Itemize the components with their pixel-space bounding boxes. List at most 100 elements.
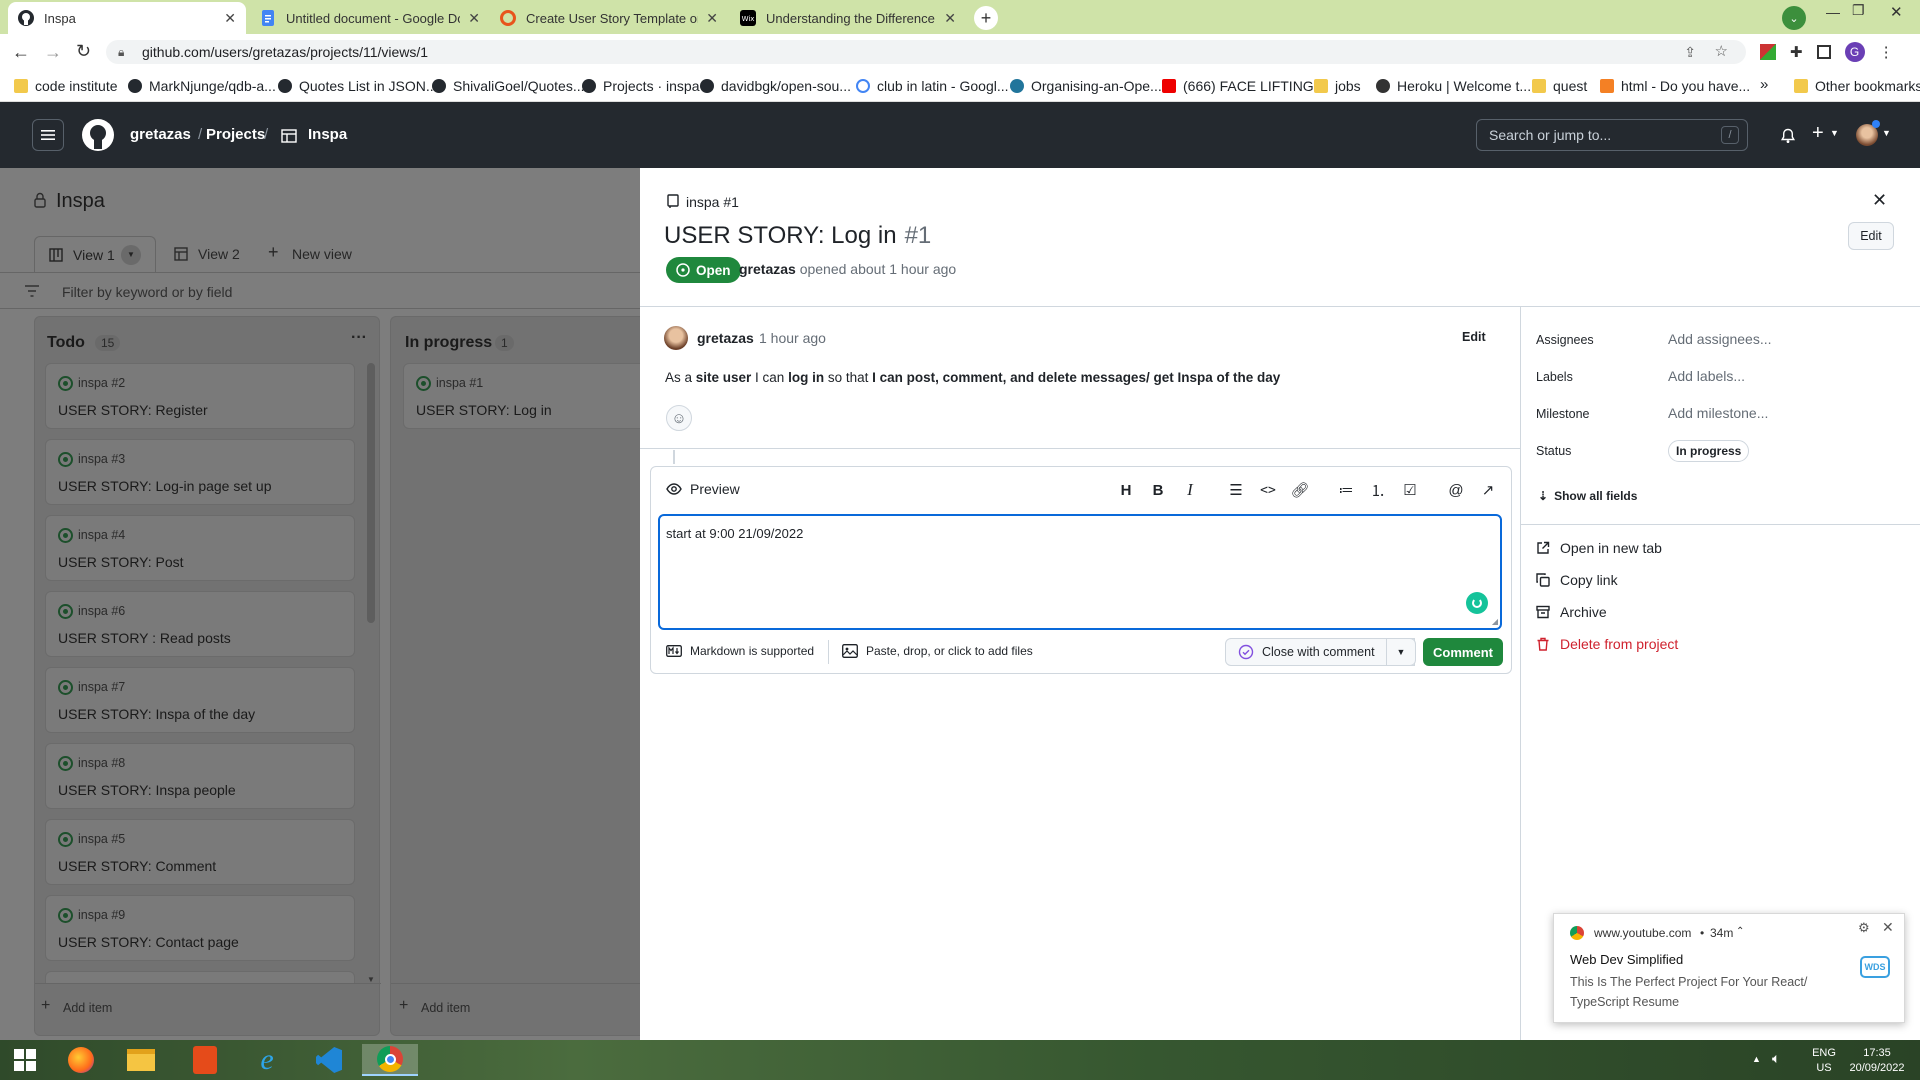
bookmark-item[interactable]: ShivaliGoel/Quotes... bbox=[432, 78, 585, 94]
comment-author[interactable]: gretazas bbox=[697, 330, 754, 346]
tab-view-1[interactable]: View 1 ▼ bbox=[34, 236, 156, 272]
preview-tab[interactable]: Preview bbox=[666, 481, 740, 497]
side-panel-icon[interactable] bbox=[1816, 45, 1831, 59]
tray-chevron-icon[interactable]: ▲ bbox=[1752, 1054, 1761, 1064]
bookmark-item[interactable]: Organising-an-Ope... bbox=[1010, 78, 1162, 94]
board-card[interactable]: inspa #4 USER STORY: Post bbox=[45, 515, 355, 581]
reference-icon[interactable]: ↗ bbox=[1472, 481, 1504, 499]
code-icon[interactable]: <> bbox=[1252, 483, 1284, 498]
breadcrumb-projects[interactable]: Projects bbox=[206, 126, 265, 143]
close-tab-icon[interactable]: ✕ bbox=[468, 10, 480, 27]
close-tab-icon[interactable]: ✕ bbox=[224, 10, 236, 27]
extension-icon[interactable] bbox=[1760, 44, 1776, 60]
resize-handle[interactable]: ◢ bbox=[1492, 617, 1498, 626]
close-panel-icon[interactable]: ✕ bbox=[1872, 190, 1887, 211]
labels-value[interactable]: Add labels... bbox=[1668, 368, 1745, 384]
close-notification-icon[interactable]: ✕ bbox=[1882, 919, 1894, 936]
close-options-chevron-icon[interactable]: ▼ bbox=[1386, 638, 1416, 666]
search-input[interactable]: Search or jump to... / bbox=[1476, 119, 1748, 151]
add-reaction-smiley-icon[interactable]: ☺ bbox=[666, 405, 692, 431]
board-card[interactable]: inspa #3 USER STORY: Log-in page set up bbox=[45, 439, 355, 505]
comment-time[interactable]: 1 hour ago bbox=[759, 330, 826, 346]
comment-author-avatar[interactable] bbox=[664, 326, 688, 350]
scrollbar-thumb[interactable] bbox=[367, 363, 375, 623]
restore-window-icon[interactable]: ❐ bbox=[1852, 2, 1865, 19]
input-language[interactable]: ENG US bbox=[1808, 1046, 1840, 1076]
browser-tab-google-doc[interactable]: Untitled document - Google Doc ✕ bbox=[250, 2, 490, 34]
bold-icon[interactable]: B bbox=[1142, 482, 1174, 499]
gear-icon[interactable]: ⚙ bbox=[1858, 920, 1870, 936]
system-clock[interactable]: 17:35 20/09/2022 bbox=[1846, 1046, 1908, 1076]
board-card[interactable]: inspa #7 USER STORY: Inspa of the day bbox=[45, 667, 355, 733]
board-card[interactable]: inspa #9 USER STORY: Contact page bbox=[45, 895, 355, 961]
puzzle-icon[interactable]: ✚ bbox=[1790, 43, 1803, 61]
comment-textarea[interactable]: start at 9:00 21/09/2022 ◢ bbox=[658, 514, 1502, 630]
profile-avatar[interactable]: G bbox=[1844, 42, 1865, 62]
back-arrow-icon[interactable]: ← bbox=[12, 42, 30, 63]
speaker-icon[interactable]: 🔈︎ bbox=[1772, 1050, 1780, 1067]
unordered-list-icon[interactable]: ≔ bbox=[1330, 481, 1362, 499]
bookmark-item[interactable]: html - Do you have... bbox=[1600, 78, 1750, 94]
task-list-icon[interactable]: ☑ bbox=[1394, 481, 1426, 499]
breadcrumb-project[interactable]: Inspa bbox=[308, 126, 347, 143]
bookmark-item[interactable]: club in latin - Googl... bbox=[856, 78, 1009, 94]
firefox-icon[interactable] bbox=[64, 1044, 98, 1076]
link-icon[interactable]: 🔗︎ bbox=[1284, 481, 1316, 499]
issue-author[interactable]: gretazas bbox=[739, 261, 796, 277]
quote-icon[interactable]: ☰ bbox=[1220, 481, 1252, 499]
hamburger-menu-button[interactable] bbox=[32, 119, 64, 151]
github-logo-icon[interactable] bbox=[82, 119, 114, 151]
copy-link-action[interactable]: Copy link bbox=[1536, 572, 1618, 588]
kebab-menu-icon[interactable]: ⋮ bbox=[1879, 43, 1894, 61]
board-card[interactable]: inspa #2 USER STORY: Register bbox=[45, 363, 355, 429]
bookmark-star-icon[interactable]: ☆ bbox=[1715, 40, 1728, 64]
chrome-notification[interactable]: www.youtube.com • 34m ⌃ ⚙ ✕ Web Dev Simp… bbox=[1553, 913, 1905, 1023]
italic-icon[interactable]: I bbox=[1174, 480, 1206, 500]
bookmark-item[interactable]: jobs bbox=[1314, 78, 1361, 94]
tab-view-2[interactable]: View 2 bbox=[198, 246, 240, 262]
attach-files[interactable]: Paste, drop, or click to add files bbox=[842, 644, 1033, 658]
add-item-button[interactable]: Add item bbox=[63, 1001, 112, 1015]
comment-edit-button[interactable]: Edit bbox=[1462, 330, 1486, 344]
create-new-icon[interactable]: + bbox=[1812, 122, 1824, 145]
bookmark-item[interactable]: code institute bbox=[14, 78, 118, 94]
assignees-value[interactable]: Add assignees... bbox=[1668, 331, 1772, 347]
edit-title-button[interactable]: Edit bbox=[1848, 222, 1894, 250]
breadcrumb-owner[interactable]: gretazas bbox=[130, 126, 191, 143]
board-card[interactable]: inspa #6 USER STORY : Read posts bbox=[45, 591, 355, 657]
bookmarks-overflow-button[interactable]: » bbox=[1760, 76, 1768, 93]
add-item-button[interactable]: Add item bbox=[421, 1001, 470, 1015]
chevron-up-icon[interactable]: ⌃ bbox=[1736, 926, 1744, 937]
address-bar[interactable]: 🔒︎ github.com/users/gretazas/projects/11… bbox=[106, 40, 1746, 64]
column-menu-icon[interactable]: ··· bbox=[351, 329, 367, 347]
other-bookmarks[interactable]: Other bookmarks bbox=[1794, 78, 1920, 94]
browser-tab-inspa[interactable]: Inspa ✕ bbox=[8, 2, 246, 34]
archive-action[interactable]: Archive bbox=[1536, 604, 1607, 620]
office-icon[interactable] bbox=[188, 1044, 222, 1076]
delete-from-project-action[interactable]: Delete from project bbox=[1536, 636, 1678, 652]
show-all-fields-button[interactable]: ⇣ Show all fields bbox=[1538, 489, 1637, 503]
bookmark-item[interactable]: Heroku | Welcome t... bbox=[1376, 78, 1531, 94]
status-value-badge[interactable]: In progress bbox=[1668, 440, 1750, 462]
close-tab-icon[interactable]: ✕ bbox=[944, 10, 956, 27]
markdown-note[interactable]: Markdown is supported bbox=[666, 644, 814, 658]
close-window-icon[interactable]: ✕ bbox=[1890, 3, 1903, 21]
heading-icon[interactable]: H bbox=[1110, 482, 1142, 499]
bookmark-item[interactable]: quest bbox=[1532, 78, 1587, 94]
close-tab-icon[interactable]: ✕ bbox=[706, 10, 718, 27]
issue-repo-ref[interactable]: inspa #1 bbox=[686, 194, 739, 210]
milestone-value[interactable]: Add milestone... bbox=[1668, 405, 1768, 421]
bookmark-item[interactable]: MarkNjunge/qdb-a... bbox=[128, 78, 276, 94]
comment-submit-button[interactable]: Comment bbox=[1423, 638, 1503, 666]
new-view-button[interactable]: New view bbox=[292, 246, 352, 262]
ordered-list-icon[interactable]: ⒈ bbox=[1362, 480, 1394, 501]
chrome-taskbar-icon[interactable] bbox=[362, 1044, 418, 1076]
browser-tab-understanding[interactable]: Wix Understanding the Difference Be ✕ bbox=[730, 2, 966, 34]
vscode-icon[interactable] bbox=[312, 1044, 346, 1076]
bookmark-item[interactable]: davidbgk/open-sou... bbox=[700, 78, 851, 94]
browser-tab-user-story[interactable]: Create User Story Template on G ✕ bbox=[490, 2, 728, 34]
bookmark-item[interactable]: Projects · inspa bbox=[582, 78, 699, 94]
board-card[interactable]: inspa #8 USER STORY: Inspa people bbox=[45, 743, 355, 809]
windows-start-icon[interactable] bbox=[8, 1044, 42, 1076]
mention-icon[interactable]: @ bbox=[1440, 482, 1472, 499]
